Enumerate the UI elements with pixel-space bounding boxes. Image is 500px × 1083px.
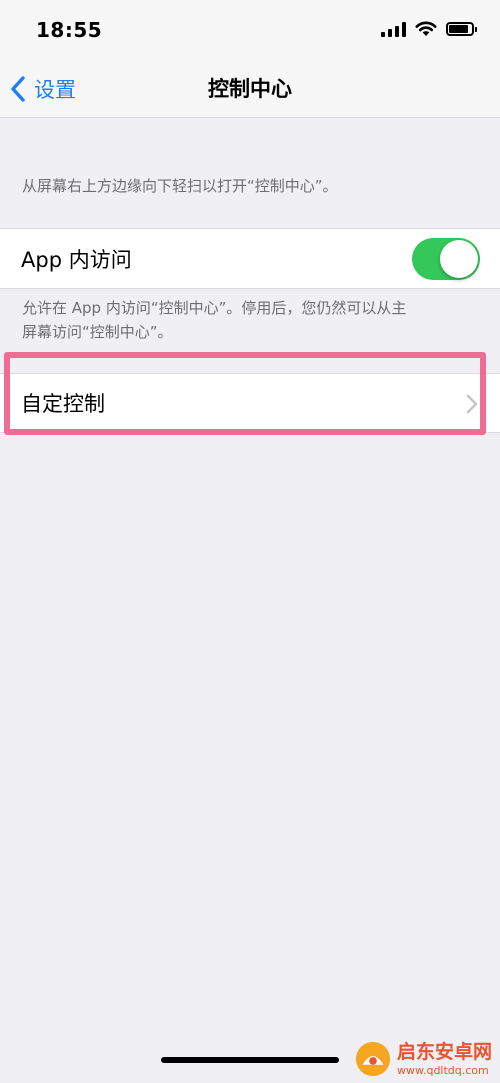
watermark-url: www.qdltdq.com	[396, 1063, 489, 1077]
chevron-right-icon	[466, 394, 478, 414]
back-button-label: 设置	[34, 78, 76, 102]
app-access-row: App 内访问	[0, 228, 500, 289]
battery-icon	[446, 22, 477, 36]
app-access-label: App 内访问	[21, 247, 132, 272]
app-access-description: 允许在 App 内访问“控制中心”。停用后，您仍然可以从主 屏幕访问“控制中心”…	[22, 296, 482, 344]
status-icons	[381, 21, 477, 37]
signal-icon	[381, 21, 406, 37]
watermark-name: 启东安卓网	[396, 1040, 492, 1063]
swipe-hint-text: 从屏幕右上方边缘向下轻扫以打开“控制中心”。	[22, 177, 338, 195]
wifi-icon	[415, 21, 437, 36]
status-time: 18:55	[36, 18, 103, 42]
battery-level	[449, 25, 468, 33]
watermark: 启东安卓网 www.qdltdq.com	[354, 1040, 492, 1078]
customize-controls-row[interactable]: 自定控制	[0, 373, 500, 433]
app-access-description-line2: 屏幕访问“控制中心”。	[22, 323, 173, 341]
chevron-left-icon	[11, 76, 25, 102]
screen: 18:55 控制中心 设置 从屏幕右上方边缘向下轻扫以打开“控制中心”。 App…	[0, 0, 500, 1083]
app-access-toggle[interactable]	[412, 238, 480, 280]
back-button[interactable]: 设置	[8, 60, 76, 118]
navigation-bar: 控制中心 设置	[0, 60, 500, 118]
status-bar: 18:55	[0, 0, 500, 60]
watermark-logo-icon	[355, 1041, 391, 1077]
app-access-description-line1: 允许在 App 内访问“控制中心”。停用后，您仍然可以从主	[22, 299, 407, 317]
customize-controls-label: 自定控制	[21, 392, 105, 416]
toggle-knob	[440, 240, 478, 278]
watermark-text: 启东安卓网 www.qdltdq.com	[396, 1040, 492, 1077]
home-indicator[interactable]	[161, 1057, 339, 1063]
